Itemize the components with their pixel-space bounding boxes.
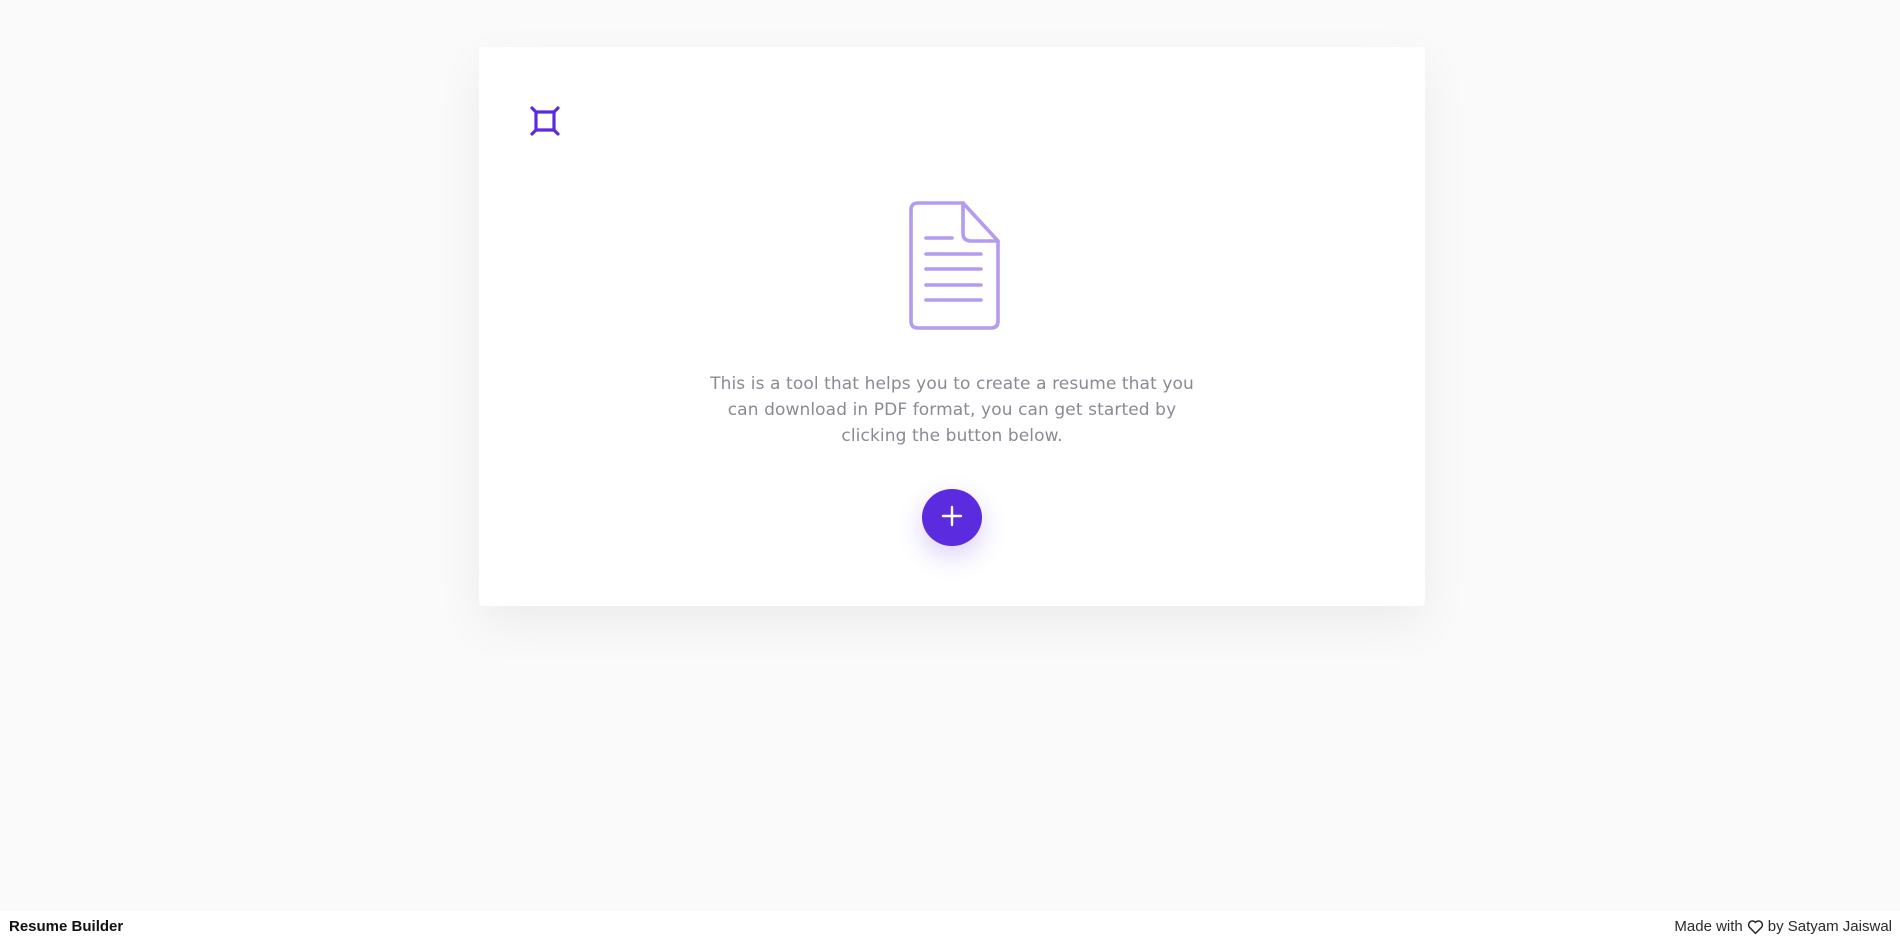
frame-logo-icon (528, 104, 562, 138)
footer: Resume Builder Made with by Satyam Jaisw… (0, 911, 1900, 942)
author-credit: by Satyam Jaiswal (1767, 918, 1892, 935)
document-icon (904, 201, 1006, 331)
page: This is a tool that helps you to create … (0, 0, 1900, 942)
footer-credit: Made with by Satyam Jaiswal (1674, 918, 1892, 935)
made-with-text: Made with (1674, 918, 1743, 935)
plus-icon (941, 505, 963, 530)
footer-brand: Resume Builder (9, 918, 124, 935)
create-resume-button[interactable] (922, 489, 982, 546)
welcome-card: This is a tool that helps you to create … (479, 47, 1425, 606)
intro-description: This is a tool that helps you to create … (710, 374, 1194, 446)
heart-icon (1747, 919, 1764, 935)
